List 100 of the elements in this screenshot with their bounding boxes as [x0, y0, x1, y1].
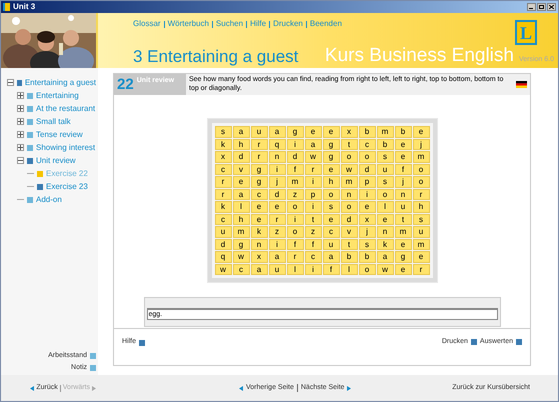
letter-cell[interactable]: g	[322, 138, 340, 150]
letter-cell[interactable]: a	[322, 251, 340, 262]
letter-cell[interactable]: s	[214, 126, 232, 138]
letter-cell[interactable]: d	[214, 238, 232, 250]
letter-cell[interactable]: u	[214, 226, 232, 238]
letter-cell[interactable]: b	[376, 138, 394, 150]
letter-cell[interactable]: g	[322, 151, 340, 162]
letter-cell[interactable]: p	[358, 176, 376, 188]
letter-cell[interactable]: i	[268, 238, 286, 250]
letter-cell[interactable]: v	[340, 226, 358, 238]
letter-cell[interactable]: z	[286, 188, 304, 200]
letter-cell[interactable]: t	[304, 214, 322, 225]
letter-cell[interactable]: e	[268, 201, 286, 212]
letter-cell[interactable]: b	[340, 251, 358, 262]
letter-cell[interactable]: l	[232, 201, 250, 212]
letter-cell[interactable]: t	[340, 138, 358, 150]
expand-icon[interactable]	[17, 105, 24, 112]
letter-cell[interactable]: b	[358, 126, 376, 138]
letter-cell[interactable]: m	[412, 238, 430, 250]
letter-cell[interactable]: n	[394, 188, 412, 200]
letter-cell[interactable]: r	[250, 138, 268, 150]
letter-cell[interactable]: r	[250, 151, 268, 162]
letter-cell[interactable]: s	[412, 214, 430, 225]
letter-cell[interactable]: a	[268, 251, 286, 262]
letter-cell[interactable]: e	[322, 126, 340, 138]
letter-cell[interactable]: r	[214, 176, 232, 188]
letter-cell[interactable]: f	[322, 264, 340, 275]
letter-cell[interactable]: a	[250, 264, 268, 275]
letter-cell[interactable]: f	[286, 238, 304, 250]
letter-cell[interactable]: o	[340, 201, 358, 212]
letter-cell[interactable]: j	[268, 176, 286, 188]
expand-icon[interactable]	[17, 92, 24, 99]
letter-cell[interactable]: e	[394, 151, 412, 162]
letter-cell[interactable]: g	[286, 126, 304, 138]
letter-cell[interactable]: d	[286, 151, 304, 162]
letter-cell[interactable]: d	[358, 164, 376, 175]
letter-cell[interactable]: f	[394, 164, 412, 175]
letter-cell[interactable]: a	[376, 251, 394, 262]
letter-cell[interactable]: k	[376, 238, 394, 250]
letter-cell[interactable]: m	[412, 151, 430, 162]
letter-cell[interactable]: g	[232, 238, 250, 250]
letter-cell[interactable]: e	[394, 238, 412, 250]
flag-icon[interactable]	[516, 81, 527, 88]
letter-cell[interactable]: r	[268, 214, 286, 225]
letter-cell[interactable]: n	[340, 188, 358, 200]
expand-icon[interactable]	[17, 144, 24, 151]
letter-cell[interactable]: a	[268, 126, 286, 138]
letter-cell[interactable]: e	[412, 126, 430, 138]
letter-cell[interactable]: c	[358, 138, 376, 150]
letter-cell[interactable]: e	[322, 164, 340, 175]
letter-cell[interactable]: g	[394, 251, 412, 262]
letter-cell[interactable]: n	[268, 151, 286, 162]
letter-cell[interactable]: m	[376, 126, 394, 138]
letter-cell[interactable]: d	[340, 214, 358, 225]
letter-cell[interactable]: o	[376, 188, 394, 200]
letter-cell[interactable]: t	[340, 238, 358, 250]
letter-cell[interactable]: q	[268, 138, 286, 150]
letter-cell[interactable]: c	[214, 164, 232, 175]
letter-cell[interactable]: u	[394, 201, 412, 212]
letter-cell[interactable]: t	[394, 214, 412, 225]
letter-cell[interactable]: c	[322, 226, 340, 238]
letter-cell[interactable]: i	[286, 138, 304, 150]
close-icon[interactable]	[547, 3, 556, 11]
letter-cell[interactable]: j	[412, 138, 430, 150]
letter-cell[interactable]: r	[412, 264, 430, 275]
letter-cell[interactable]: n	[250, 238, 268, 250]
letter-cell[interactable]: r	[412, 188, 430, 200]
letter-cell[interactable]: k	[250, 226, 268, 238]
collapse-icon[interactable]	[7, 79, 14, 86]
minimize-icon[interactable]	[527, 3, 536, 11]
letter-cell[interactable]: w	[214, 264, 232, 275]
letter-cell[interactable]: k	[214, 201, 232, 212]
letter-cell[interactable]: w	[376, 264, 394, 275]
letter-cell[interactable]: c	[304, 251, 322, 262]
letter-cell[interactable]: b	[394, 126, 412, 138]
letter-cell[interactable]: r	[214, 188, 232, 200]
letter-cell[interactable]: a	[304, 138, 322, 150]
letter-cell[interactable]: h	[232, 138, 250, 150]
letter-cell[interactable]: a	[232, 126, 250, 138]
letter-cell[interactable]: h	[232, 214, 250, 225]
letter-cell[interactable]: v	[232, 164, 250, 175]
expand-icon[interactable]	[17, 118, 24, 125]
letter-cell[interactable]: l	[340, 264, 358, 275]
letter-cell[interactable]: o	[412, 176, 430, 188]
letter-cell[interactable]: o	[358, 151, 376, 162]
letter-cell[interactable]: i	[304, 176, 322, 188]
letter-cell[interactable]: w	[304, 151, 322, 162]
letter-cell[interactable]: s	[376, 151, 394, 162]
letter-cell[interactable]: h	[412, 201, 430, 212]
letter-cell[interactable]: s	[358, 238, 376, 250]
letter-cell[interactable]: s	[322, 201, 340, 212]
letter-cell[interactable]: c	[214, 214, 232, 225]
letter-cell[interactable]: s	[376, 176, 394, 188]
letter-cell[interactable]: r	[286, 251, 304, 262]
letter-cell[interactable]: m	[394, 226, 412, 238]
letter-cell[interactable]: o	[358, 264, 376, 275]
letter-cell[interactable]: g	[250, 176, 268, 188]
letter-cell[interactable]: l	[376, 201, 394, 212]
letter-cell[interactable]: i	[358, 188, 376, 200]
letter-cell[interactable]: p	[304, 188, 322, 200]
